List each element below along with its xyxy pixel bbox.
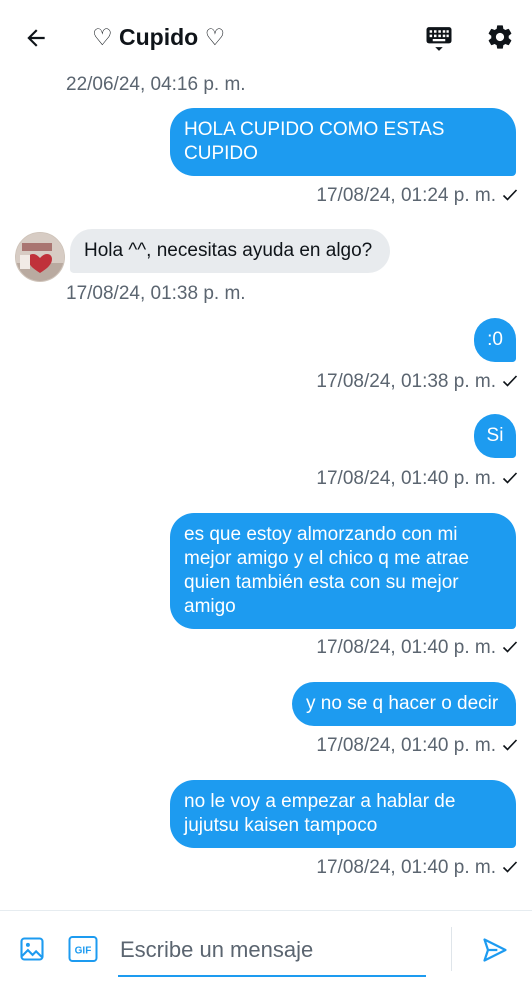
message-status: 17/08/24, 01:40 p. m. — [316, 734, 518, 758]
message-timestamp: 17/08/24, 01:40 p. m. — [316, 468, 496, 489]
gif-icon: GIF — [68, 936, 98, 962]
incoming-message[interactable]: Hola ^^, necesitas ayuda en algo? — [70, 229, 390, 273]
sent-check-icon — [502, 861, 518, 873]
outgoing-message[interactable]: es que estoy almorzando con mi mejor ami… — [170, 513, 516, 629]
outgoing-message[interactable]: Si — [474, 414, 516, 458]
message-status: 17/08/24, 01:40 p. m. — [316, 856, 518, 880]
message-timestamp: 17/08/24, 01:38 p. m. — [66, 283, 246, 304]
keyboard-icon — [426, 27, 452, 51]
sent-check-icon — [502, 739, 518, 751]
svg-text:GIF: GIF — [75, 946, 92, 957]
sent-check-icon — [502, 375, 518, 387]
message-status: 17/08/24, 01:40 p. m. — [316, 467, 518, 491]
settings-button[interactable] — [484, 21, 516, 53]
sent-check-icon — [502, 472, 518, 484]
back-button[interactable] — [20, 22, 52, 54]
gear-icon — [488, 25, 512, 49]
message-composer: GIF — [0, 910, 532, 988]
message-timestamp: 17/08/24, 01:40 p. m. — [316, 857, 496, 878]
sent-check-icon — [502, 641, 518, 653]
message-input[interactable] — [118, 925, 426, 977]
message-status: 17/08/24, 01:24 p. m. — [316, 184, 518, 208]
message-timestamp: 17/08/24, 01:24 p. m. — [316, 185, 496, 206]
outgoing-message[interactable]: HOLA CUPIDO COMO ESTAS CUPIDO — [170, 108, 516, 176]
avatar-image — [16, 233, 64, 281]
chat-title: ♡ Cupido ♡ — [92, 24, 226, 50]
message-timestamp: 17/08/24, 01:38 p. m. — [316, 371, 496, 392]
outgoing-message[interactable]: no le voy a empezar a hablar de jujutsu … — [170, 780, 516, 848]
outgoing-message[interactable]: y no se q hacer o decir — [292, 682, 516, 726]
message-status: 17/08/24, 01:40 p. m. — [316, 636, 518, 660]
chat-header: ♡ Cupido ♡ — [0, 0, 532, 72]
message-timestamp: 22/06/24, 04:16 p. m. — [66, 74, 246, 95]
composer-divider — [451, 927, 452, 971]
message-status: 17/08/24, 01:38 p. m. — [316, 370, 518, 394]
gif-button[interactable]: GIF — [68, 935, 98, 963]
arrow-left-icon — [27, 29, 45, 47]
message-timestamp: 17/08/24, 01:40 p. m. — [316, 637, 496, 658]
sent-check-icon — [502, 189, 518, 201]
send-button[interactable] — [478, 933, 512, 967]
keyboard-button[interactable] — [422, 22, 456, 56]
send-icon — [483, 938, 507, 962]
add-image-button[interactable] — [16, 933, 48, 965]
image-icon — [20, 937, 44, 961]
avatar[interactable] — [15, 232, 65, 282]
message-timestamp: 17/08/24, 01:40 p. m. — [316, 735, 496, 756]
outgoing-message[interactable]: :0 — [474, 318, 516, 362]
